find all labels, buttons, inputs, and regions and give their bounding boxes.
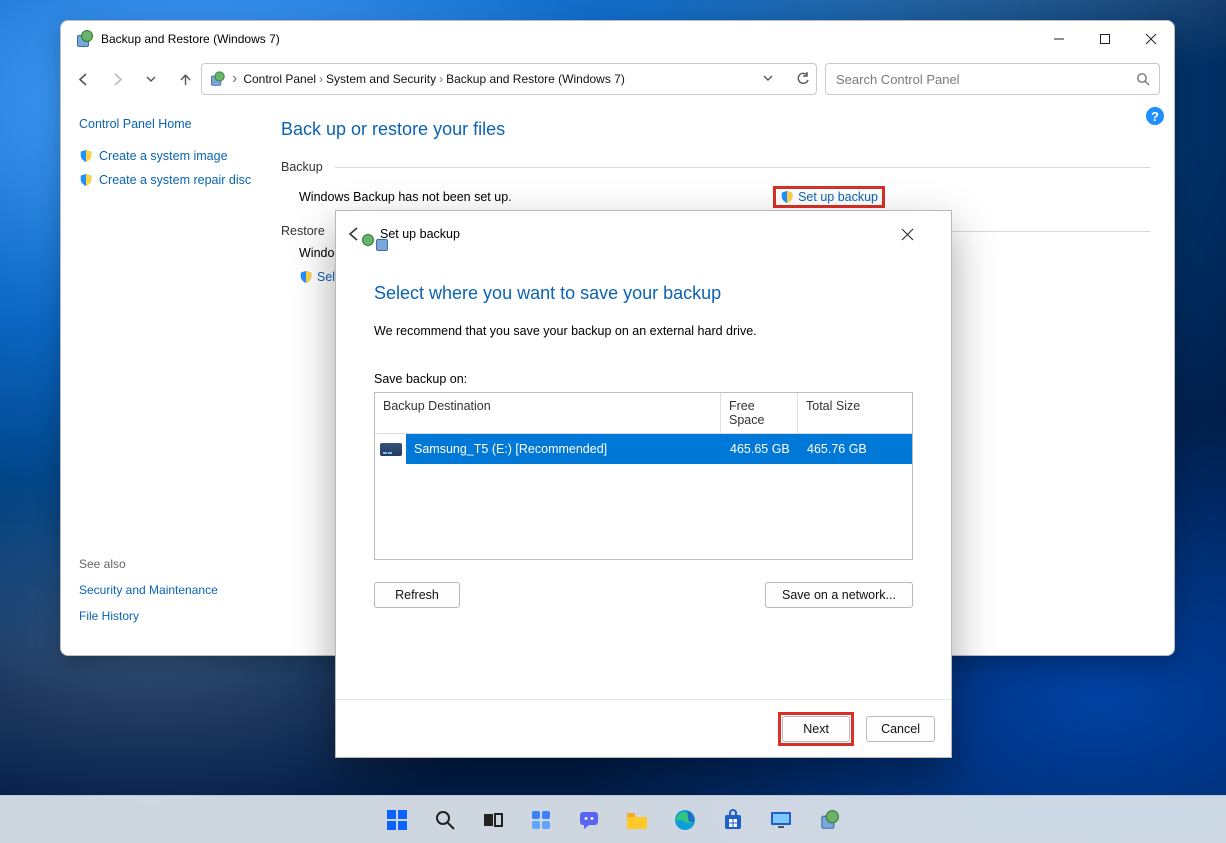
see-also-section: See also Security and Maintenance File H… [79, 557, 218, 635]
search-icon [1136, 72, 1151, 87]
search-box[interactable] [825, 63, 1160, 95]
address-bar: › Control Panel › System and Security › … [61, 57, 1174, 101]
search-input[interactable] [834, 71, 1104, 88]
breadcrumb-control-panel[interactable]: Control Panel [243, 72, 316, 86]
taskbar-backup-app-button[interactable] [809, 800, 849, 840]
taskbar-store-button[interactable] [713, 800, 753, 840]
taskbar-widgets-button[interactable] [521, 800, 561, 840]
shield-icon [299, 270, 313, 284]
see-also-header: See also [79, 557, 218, 571]
destination-name: Samsung_T5 (E:) [Recommended] [406, 442, 722, 456]
taskbar-edge-button[interactable] [665, 800, 705, 840]
taskbar-search-button[interactable] [425, 800, 465, 840]
breadcrumb-box[interactable]: › Control Panel › System and Security › … [201, 63, 817, 95]
sidebar: Control Panel Home Create a system image… [61, 101, 277, 655]
column-destination[interactable]: Backup Destination [375, 393, 721, 433]
dialog-close-button[interactable] [901, 228, 941, 241]
taskbar-chat-button[interactable] [569, 800, 609, 840]
destination-row-selected[interactable]: Samsung_T5 (E:) [Recommended] 465.65 GB … [375, 434, 912, 464]
nav-recent-dropdown[interactable] [143, 73, 159, 85]
nav-forward-button[interactable] [109, 72, 125, 87]
set-up-backup-label: Set up backup [798, 190, 878, 204]
refresh-address-button[interactable] [796, 72, 810, 86]
help-icon[interactable]: ? [1146, 107, 1164, 125]
shield-icon [79, 149, 93, 163]
task-label: Create a system repair disc [99, 173, 251, 187]
breadcrumb-system-security[interactable]: System and Security [326, 72, 436, 86]
taskbar-file-explorer-button[interactable] [617, 800, 657, 840]
destination-total: 465.76 GB [799, 442, 912, 456]
taskbar-start-button[interactable] [377, 800, 417, 840]
setup-backup-dialog: Set up backup Select where you want to s… [335, 210, 952, 758]
nav-up-button[interactable] [177, 72, 193, 87]
window-maximize-button[interactable] [1082, 21, 1128, 57]
taskbar-task-view-button[interactable] [473, 800, 513, 840]
task-create-system-image[interactable]: Create a system image [79, 149, 259, 163]
shield-icon [79, 173, 93, 187]
see-also-security[interactable]: Security and Maintenance [79, 583, 218, 597]
taskbar [0, 795, 1226, 843]
window-minimize-button[interactable] [1036, 21, 1082, 57]
destination-free: 465.65 GB [722, 442, 799, 456]
next-button[interactable]: Next [782, 716, 850, 742]
save-on-network-button[interactable]: Save on a network... [765, 582, 913, 608]
drive-icon [375, 434, 406, 464]
address-dropdown-button[interactable] [762, 72, 774, 86]
dialog-list-label: Save backup on: [374, 372, 913, 386]
column-total-size[interactable]: Total Size [798, 393, 912, 433]
breadcrumb-backup-restore[interactable]: Backup and Restore (Windows 7) [446, 72, 625, 86]
set-up-backup-link[interactable]: Set up backup [773, 186, 885, 208]
column-free-space[interactable]: Free Space [721, 393, 798, 433]
cancel-button[interactable]: Cancel [866, 716, 935, 742]
taskbar-display-settings-button[interactable] [761, 800, 801, 840]
window-title: Backup and Restore (Windows 7) [101, 32, 280, 46]
control-panel-home-link[interactable]: Control Panel Home [79, 117, 259, 131]
dialog-caption: Set up backup [380, 227, 460, 241]
titlebar: Backup and Restore (Windows 7) [61, 21, 1174, 57]
see-also-file-history[interactable]: File History [79, 609, 218, 623]
backup-section-label: Backup [281, 160, 1150, 174]
nav-back-button[interactable] [75, 72, 91, 87]
list-header: Backup Destination Free Space Total Size [375, 393, 912, 434]
backup-restore-app-icon [75, 30, 93, 48]
destination-list[interactable]: Backup Destination Free Space Total Size… [374, 392, 913, 560]
refresh-button[interactable]: Refresh [374, 582, 460, 608]
task-label: Create a system image [99, 149, 228, 163]
backup-status-text: Windows Backup has not been set up. [299, 190, 512, 204]
dialog-footer: Next Cancel [336, 699, 951, 757]
shield-icon [780, 190, 794, 204]
backup-restore-path-icon [208, 70, 226, 88]
task-create-repair-disc[interactable]: Create a system repair disc [79, 173, 259, 187]
dialog-heading: Select where you want to save your backu… [374, 283, 913, 304]
page-heading: Back up or restore your files [281, 119, 1150, 140]
dialog-recommend-text: We recommend that you save your backup o… [374, 324, 913, 338]
window-close-button[interactable] [1128, 21, 1174, 57]
